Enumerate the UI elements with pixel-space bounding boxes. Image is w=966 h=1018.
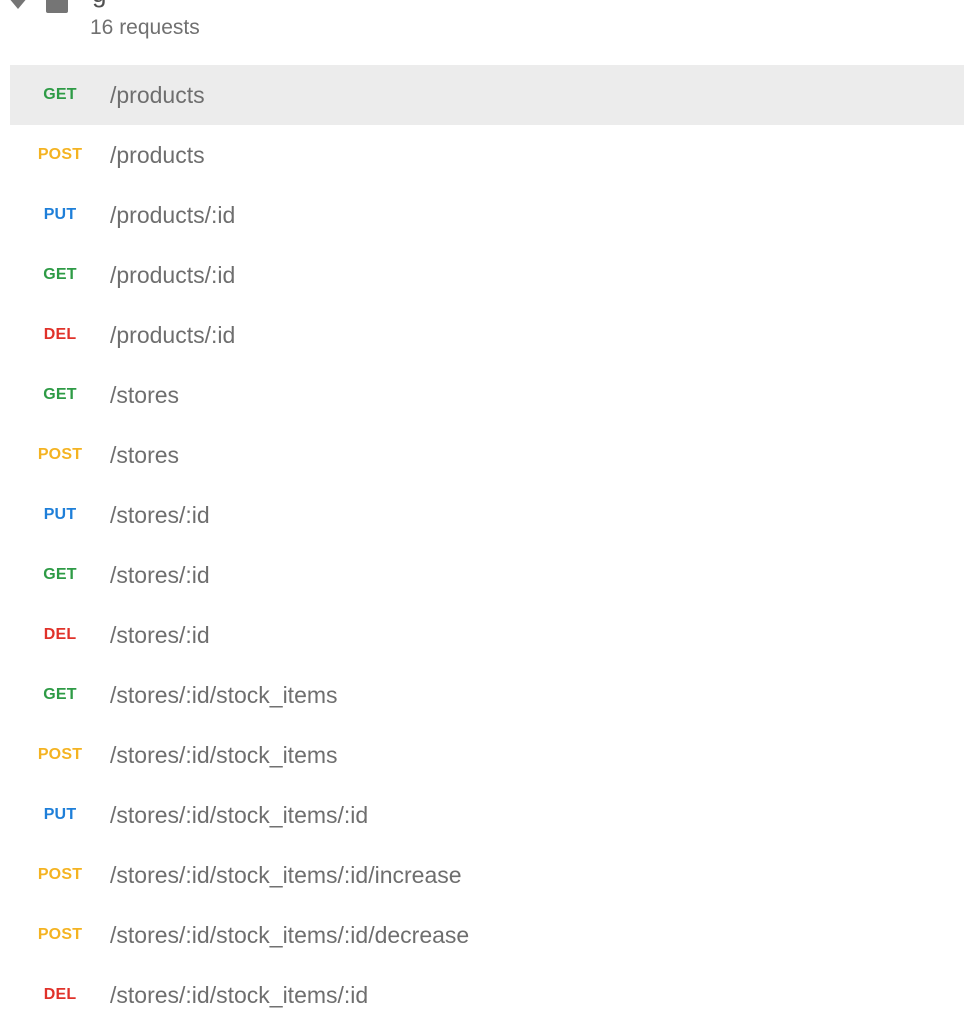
- method-badge: POST: [37, 446, 83, 463]
- request-path: /stores/:id/stock_items: [110, 741, 338, 768]
- method-badge: GET: [43, 386, 77, 403]
- request-row[interactable]: GET /stores: [10, 365, 964, 425]
- method-badge: GET: [43, 686, 77, 703]
- request-row[interactable]: DEL /products/:id: [10, 305, 964, 365]
- request-row[interactable]: GET /stores/:id: [10, 545, 964, 605]
- request-path: /stores/:id/stock_items/:id: [110, 981, 369, 1008]
- request-path: /products/:id: [110, 201, 236, 228]
- request-row[interactable]: POST /stores/:id/stock_items/:id/decreas…: [10, 905, 964, 965]
- method-badge: GET: [43, 86, 77, 103]
- request-row[interactable]: DEL /stores/:id: [10, 605, 964, 665]
- folder-icon: [46, 0, 68, 13]
- method-badge: PUT: [43, 206, 77, 223]
- request-path: /products/:id: [110, 321, 236, 348]
- request-path: /stores/:id/stock_items/:id/increase: [110, 861, 462, 888]
- request-list: GET /products POST /products PUT /produc…: [10, 65, 964, 1018]
- request-row[interactable]: GET /stores/:id/stock_items: [10, 665, 964, 725]
- request-path: /products: [110, 141, 205, 168]
- request-row[interactable]: PUT /products/:id: [10, 185, 964, 245]
- method-badge: PUT: [43, 806, 77, 823]
- request-row[interactable]: POST /stores/:id/stock_items: [10, 725, 964, 785]
- request-path: /stores: [110, 441, 180, 468]
- method-badge: POST: [37, 866, 83, 883]
- request-row[interactable]: POST /products: [10, 125, 964, 185]
- method-badge: POST: [37, 746, 83, 763]
- request-row[interactable]: GET /products/:id: [10, 245, 964, 305]
- method-badge: DEL: [43, 626, 77, 643]
- request-path: /products: [110, 81, 205, 108]
- request-row[interactable]: PUT /stores/:id/stock_items/:id: [10, 785, 964, 845]
- request-path: /stores/:id/stock_items/:id/decrease: [110, 921, 470, 948]
- collection-panel: g 16 requests GET /products POST /produc…: [0, 0, 966, 1018]
- request-path: /stores/:id: [110, 621, 210, 648]
- request-row[interactable]: DEL /stores/:id/stock_items/:id: [10, 965, 964, 1018]
- request-path: /stores/:id/stock_items: [110, 681, 338, 708]
- request-path: /stores/:id/stock_items/:id: [110, 801, 369, 828]
- request-count: 16 requests: [90, 16, 200, 39]
- method-badge: GET: [43, 566, 77, 583]
- method-badge: DEL: [43, 986, 77, 1003]
- caret-down-icon[interactable]: [8, 0, 28, 9]
- request-path: /stores/:id: [110, 501, 210, 528]
- method-badge: POST: [37, 926, 83, 943]
- request-path: /stores/:id: [110, 561, 210, 588]
- method-badge: POST: [37, 146, 83, 163]
- collection-header[interactable]: g 16 requests: [0, 0, 966, 64]
- request-path: /products/:id: [110, 261, 236, 288]
- method-badge: GET: [43, 266, 77, 283]
- request-path: /stores: [110, 381, 180, 408]
- request-row[interactable]: PUT /stores/:id: [10, 485, 964, 545]
- request-row[interactable]: POST /stores: [10, 425, 964, 485]
- request-row[interactable]: POST /stores/:id/stock_items/:id/increas…: [10, 845, 964, 905]
- request-row[interactable]: GET /products: [10, 65, 964, 125]
- method-badge: PUT: [43, 506, 77, 523]
- method-badge: DEL: [43, 326, 77, 343]
- collection-name[interactable]: g: [92, 0, 106, 9]
